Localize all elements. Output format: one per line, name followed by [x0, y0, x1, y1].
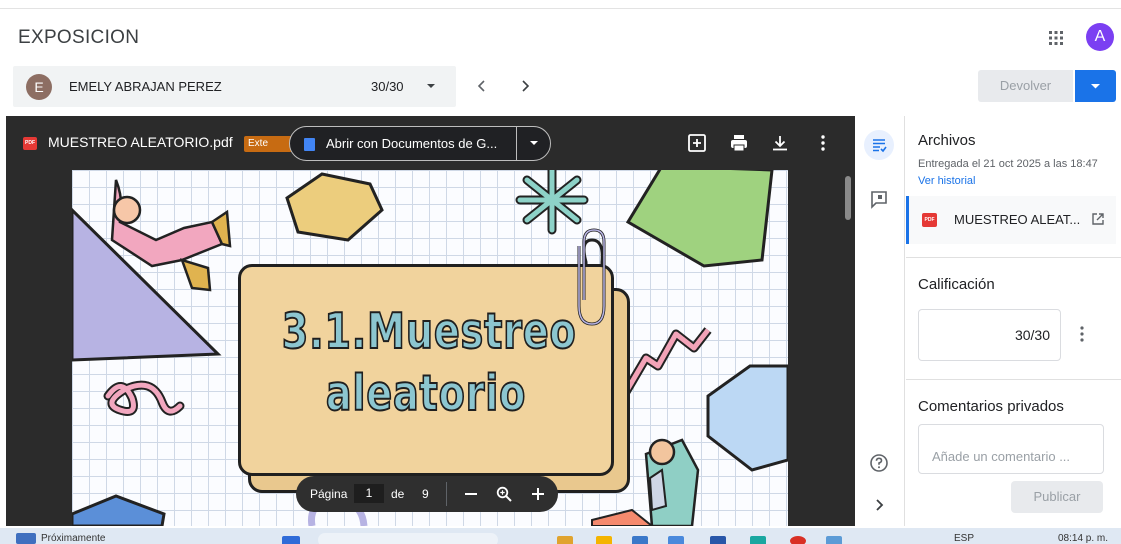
pagination-divider	[446, 482, 447, 506]
viewer-file-name: MUESTREO ALEATORIO.pdf	[48, 134, 233, 150]
os-taskbar: Próximamente ESP 08:14 p. m.	[0, 528, 1121, 544]
student-avatar: E	[26, 74, 52, 100]
taskbar-app-icon[interactable]	[596, 536, 612, 544]
open-with-label: Abrir con Documentos de G...	[326, 136, 498, 151]
taskbar-language: ESP	[954, 533, 975, 544]
files-list-icon	[873, 139, 887, 153]
app-header: EXPOSICION A	[0, 9, 1121, 65]
submitted-timestamp: Entregada el 21 oct 2025 a las 18:47	[918, 158, 1098, 170]
print-icon[interactable]	[728, 132, 750, 154]
taskbar-chrome-icon[interactable]	[790, 536, 806, 544]
taskbar-app-icon[interactable]	[750, 536, 766, 544]
open-with-divider	[516, 127, 517, 160]
taskbar-app-icon[interactable]	[668, 536, 684, 544]
viewer-toolbar: PDF MUESTREO ALEATORIO.pdf Exte Abrir co…	[6, 116, 855, 168]
private-comments-section: Comentarios privados Publicar	[906, 381, 1121, 526]
caret-down-icon	[1091, 84, 1100, 89]
publish-button[interactable]: Publicar	[1011, 481, 1103, 513]
taskbar-left-text: Próximamente	[41, 533, 106, 544]
more-vert-icon[interactable]	[812, 132, 834, 154]
side-rail	[855, 116, 905, 526]
student-selector[interactable]: E EMELY ABRAJAN PEREZ 30/30	[13, 66, 456, 107]
extension-chip-label: Exte	[248, 138, 269, 149]
taskbar-app-icon[interactable]	[826, 536, 842, 544]
taskbar-search-box[interactable]	[318, 533, 498, 544]
help-icon[interactable]	[868, 452, 890, 474]
student-grade: 30/30	[371, 79, 404, 94]
attached-file[interactable]: PDF MUESTREO ALEAT...	[906, 196, 1116, 244]
zoom-out-icon[interactable]	[462, 485, 480, 503]
zoom-in-icon[interactable]	[529, 485, 547, 503]
grade-more-icon[interactable]	[1078, 323, 1086, 345]
open-with-button[interactable]: Abrir con Documentos de G...	[289, 126, 551, 161]
files-title: Archivos	[918, 132, 976, 149]
taskbar-start-icon[interactable]	[282, 536, 300, 544]
page-of-label: de	[391, 487, 405, 501]
view-history-link[interactable]: Ver historial	[918, 175, 975, 187]
grade-title: Calificación	[918, 276, 995, 293]
slide-title-line-1: 3.1.Muestreo	[281, 302, 577, 361]
apps-grid-icon[interactable]	[1046, 28, 1066, 48]
return-button[interactable]: Devolver	[978, 70, 1073, 102]
page-total: 9	[422, 487, 429, 501]
zoom-fit-icon[interactable]	[495, 485, 513, 503]
files-section: Archivos Entregada el 21 oct 2025 a las …	[906, 116, 1121, 258]
next-student-icon[interactable]	[514, 75, 536, 97]
grade-section: Calificación 30/30	[906, 259, 1121, 380]
taskbar-app-icon[interactable]	[557, 536, 573, 544]
taskbar-weather-icon[interactable]	[16, 533, 36, 544]
grade-value: 30/30	[1014, 327, 1050, 343]
page-number-input[interactable]: 1	[354, 484, 384, 503]
account-avatar[interactable]: A	[1086, 23, 1114, 51]
slide-title-line-2: aleatorio	[325, 364, 527, 423]
open-with-caret-icon[interactable]	[528, 137, 540, 149]
chevron-down-icon[interactable]	[424, 77, 438, 95]
viewer-scrollbar[interactable]	[845, 176, 851, 220]
grade-input[interactable]: 30/30	[918, 309, 1061, 361]
add-comment-icon[interactable]	[686, 132, 708, 154]
pdf-file-icon: PDF	[922, 213, 937, 227]
private-comment-input[interactable]	[918, 424, 1104, 474]
download-icon[interactable]	[769, 132, 791, 154]
taskbar-clock: 08:14 p. m.	[1058, 533, 1109, 544]
taskbar-app-icon[interactable]	[710, 536, 726, 544]
attached-file-name: MUESTREO ALEAT...	[954, 212, 1081, 227]
extension-chip[interactable]: Exte	[244, 136, 292, 152]
files-tab[interactable]	[864, 130, 894, 160]
pdf-file-icon: PDF	[23, 137, 37, 150]
taskbar-app-icon[interactable]	[632, 536, 648, 544]
page-label: Página	[310, 487, 348, 501]
slide-title-card: 3.1.Muestreo aleatorio	[238, 264, 614, 476]
previous-student-icon[interactable]	[471, 75, 493, 97]
comments-tab-icon[interactable]	[868, 188, 890, 210]
grading-panel: Archivos Entregada el 21 oct 2025 a las …	[906, 116, 1121, 526]
return-options-button[interactable]	[1075, 70, 1116, 102]
docs-icon	[304, 138, 315, 151]
pdf-slide: 3.1.Muestreo aleatorio	[72, 170, 788, 526]
open-in-new-icon[interactable]	[1090, 211, 1106, 227]
pagination-bar: Página 1 de 9	[296, 476, 558, 512]
pdf-viewer: PDF MUESTREO ALEATORIO.pdf Exte Abrir co…	[6, 116, 855, 526]
student-name: EMELY ABRAJAN PEREZ	[69, 79, 222, 94]
expand-panel-icon[interactable]	[868, 494, 890, 516]
page-title: EXPOSICION	[18, 27, 140, 48]
private-comments-title: Comentarios privados	[918, 398, 1064, 415]
